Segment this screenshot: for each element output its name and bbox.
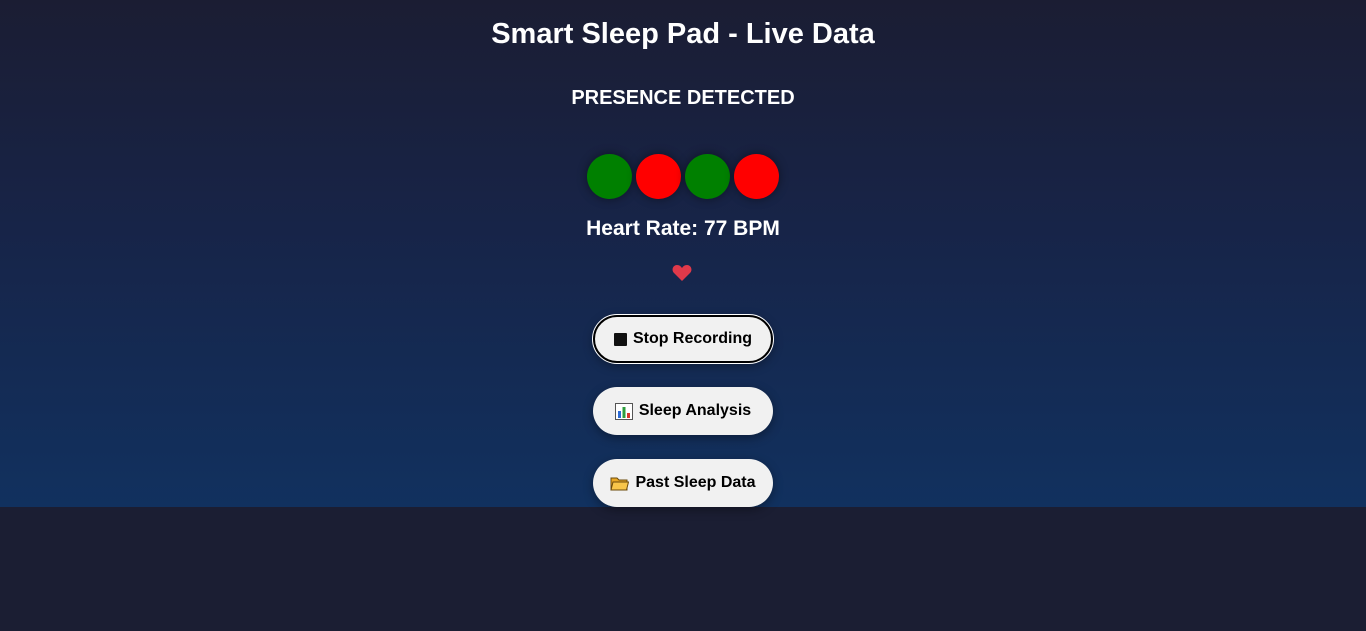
bar-chart-icon [614, 402, 633, 420]
live-data-panel: Smart Sleep Pad - Live Data PRESENCE DET… [0, 0, 1366, 507]
page-title: Smart Sleep Pad - Live Data [491, 18, 875, 50]
sensor-indicator-1 [587, 154, 632, 199]
stop-icon [613, 332, 627, 346]
heart-icon [672, 264, 692, 282]
sleep-analysis-button[interactable]: Sleep Analysis [593, 387, 773, 435]
sensor-indicators [587, 154, 779, 199]
presence-status: PRESENCE DETECTED [571, 87, 795, 109]
past-sleep-data-label: Past Sleep Data [635, 474, 756, 491]
stop-recording-label: Stop Recording [632, 330, 753, 347]
past-sleep-data-button[interactable]: Past Sleep Data [593, 459, 773, 507]
heart-rate-readout: Heart Rate: 77 BPM [586, 217, 780, 240]
stop-recording-button[interactable]: Stop Recording [592, 314, 774, 364]
folder-icon [610, 476, 630, 491]
sensor-indicator-4 [734, 154, 779, 199]
sensor-indicator-3 [685, 154, 730, 199]
sleep-analysis-label: Sleep Analysis [638, 402, 752, 419]
sensor-indicator-2 [636, 154, 681, 199]
